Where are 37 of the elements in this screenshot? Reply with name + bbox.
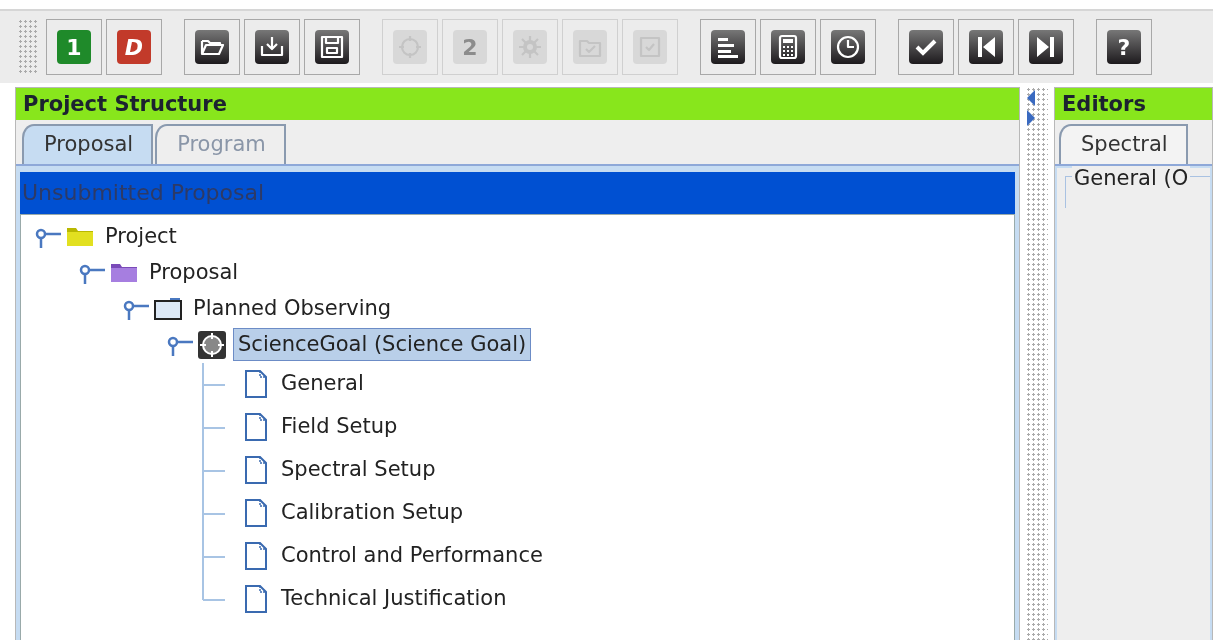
collapse-left-icon[interactable] — [1026, 89, 1036, 107]
save-button[interactable] — [304, 19, 360, 75]
tree-connector-line — [201, 362, 225, 406]
tree-item[interactable]: ScienceGoal (Science Goal) — [233, 327, 532, 362]
group-title: General (O — [1072, 165, 1191, 190]
tree-item[interactable]: Field Setup — [277, 411, 402, 443]
toolbar-grip[interactable] — [18, 19, 38, 75]
panel-tab[interactable]: Proposal — [22, 124, 154, 164]
tree-connector-line — [201, 491, 225, 535]
letter-button[interactable]: D — [106, 19, 162, 75]
open-button[interactable] — [184, 19, 240, 75]
check-button[interactable] — [898, 19, 954, 75]
tree-item[interactable]: Planned Observing — [189, 292, 396, 325]
tree-item[interactable]: Control and Performance — [277, 540, 547, 572]
tree-item[interactable]: General — [277, 368, 368, 400]
calculator-button[interactable] — [760, 19, 816, 75]
bar-list-button[interactable] — [700, 19, 756, 75]
panel-header: Project Structure — [16, 88, 1019, 120]
proposal-banner: Unsubmitted Proposal — [20, 171, 1015, 214]
tree-item[interactable]: Technical Justification — [277, 583, 511, 615]
tree-item[interactable]: Calibration Setup — [277, 497, 468, 529]
collapse-right-icon[interactable] — [1026, 109, 1036, 127]
clock-button[interactable] — [820, 19, 876, 75]
target-icon — [197, 329, 227, 360]
skip-back-button[interactable] — [958, 19, 1014, 75]
number-button[interactable]: 1 — [46, 19, 102, 75]
tree-item[interactable]: Spectral Setup — [277, 454, 440, 486]
help-button[interactable]: ? — [1096, 19, 1152, 75]
import-button[interactable] — [244, 19, 300, 75]
panel-tab[interactable]: Spectral — [1059, 124, 1188, 164]
tree-connector-line — [201, 405, 225, 449]
tree-connector-line — [201, 448, 225, 492]
panel-header: Editors — [1055, 88, 1212, 120]
clock-icon — [835, 34, 861, 60]
tree-item[interactable]: Project — [101, 220, 181, 253]
tree-item[interactable]: Proposal — [145, 256, 243, 289]
skip-forward-button[interactable] — [1018, 19, 1074, 75]
